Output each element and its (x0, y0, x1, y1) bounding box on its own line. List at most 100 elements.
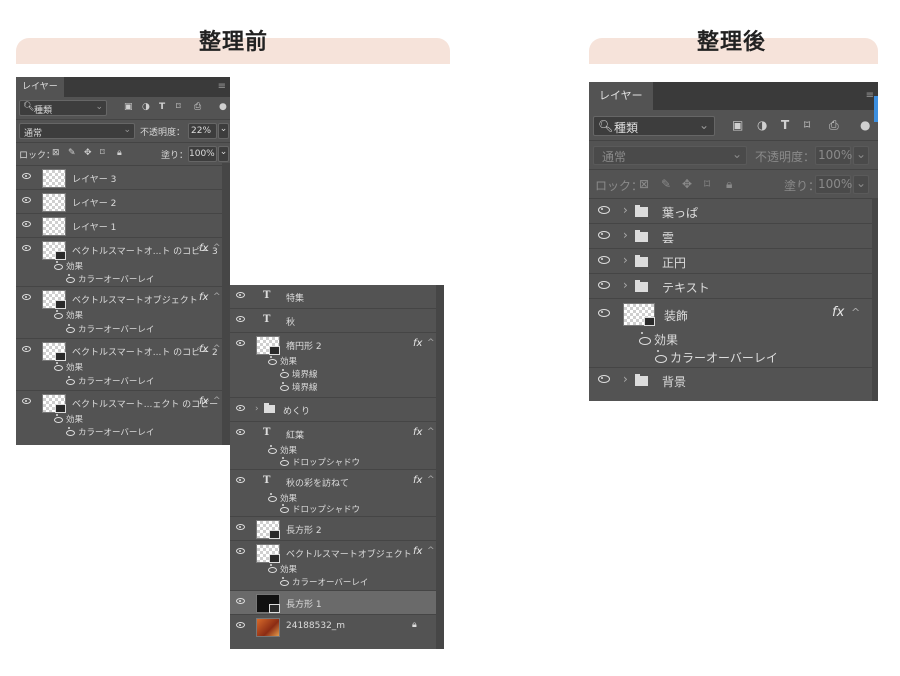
layer-row[interactable]: T 秋の彩を訪ねて fx ^ 効果 ドロップシャドウ (230, 470, 444, 517)
fx-icon[interactable]: fx (199, 292, 208, 303)
visibility-eye-icon[interactable] (22, 346, 31, 352)
effect-eye-icon[interactable] (280, 506, 289, 513)
visibility-eye-icon[interactable] (22, 245, 31, 251)
group-expand-icon[interactable]: › (623, 253, 628, 267)
group-expand-icon[interactable]: › (623, 278, 628, 292)
group-row[interactable]: › 背景 (589, 368, 878, 392)
group-expand-icon[interactable]: › (623, 372, 628, 386)
fill-input[interactable]: 100% (815, 175, 852, 194)
fx-icon[interactable]: fx (413, 546, 422, 557)
effect-eye-icon[interactable] (655, 354, 667, 363)
opacity-dropdown[interactable]: ⌄ (853, 146, 869, 165)
kind-filter-select[interactable]: 🔍︎ 種類 ⌄ (19, 100, 107, 116)
scrollbar[interactable] (872, 198, 878, 401)
layer-row[interactable]: T 秋 (230, 309, 444, 333)
lock-transparent-icon[interactable]: ⊠ (52, 148, 60, 158)
fill-dropdown[interactable]: ⌄ (218, 146, 229, 162)
smartobject-filter-icon[interactable]: ⎙ (194, 102, 201, 112)
layer-row-selected[interactable]: 長方形 1 (230, 591, 444, 615)
group-row[interactable]: › 正円 (589, 249, 878, 274)
layer-row[interactable]: レイヤー 1 (16, 214, 230, 238)
group-row[interactable]: › 葉っぱ (589, 199, 878, 224)
layer-row[interactable]: T 紅葉 fx ^ 効果 ドロップシャドウ (230, 422, 444, 470)
expand-effects-icon[interactable]: ^ (851, 306, 860, 319)
visibility-eye-icon[interactable] (236, 477, 245, 483)
visibility-eye-icon[interactable] (22, 221, 31, 227)
fx-icon[interactable]: fx (199, 344, 208, 355)
visibility-eye-icon[interactable] (236, 340, 245, 346)
opacity-input[interactable]: 100% (815, 146, 852, 165)
group-row[interactable]: › 雲 (589, 224, 878, 249)
panel-menu-icon[interactable]: ≡ (866, 90, 874, 101)
effect-eye-icon[interactable] (280, 371, 289, 378)
lock-all-icon[interactable]: 🔒︎ (726, 177, 732, 192)
adjustment-filter-icon[interactable]: ◑ (142, 102, 150, 112)
expand-effects-icon[interactable]: ^ (213, 396, 221, 406)
visibility-eye-icon[interactable] (22, 294, 31, 300)
scrollbar-thumb[interactable] (874, 96, 878, 122)
lock-brush-icon[interactable]: ✎ (661, 177, 671, 191)
kind-filter-select[interactable]: 🔍︎ 種類 ⌄ (593, 116, 715, 136)
blend-mode-select[interactable]: 通常 ⌄ (593, 146, 747, 165)
type-filter-icon[interactable]: T (781, 118, 789, 132)
lock-transparent-icon[interactable]: ⊠ (639, 177, 649, 191)
effects-eye-icon[interactable] (268, 495, 277, 502)
visibility-eye-icon[interactable] (598, 375, 610, 383)
visibility-eye-icon[interactable] (22, 197, 31, 203)
pixel-filter-icon[interactable]: ▣ (124, 102, 133, 112)
group-expand-icon[interactable]: › (255, 404, 259, 414)
layer-row[interactable]: レイヤー 3 (16, 166, 230, 190)
effect-eye-icon[interactable] (66, 326, 75, 333)
visibility-eye-icon[interactable] (236, 524, 245, 530)
group-row[interactable]: › めくり (230, 398, 444, 422)
lock-artboard-icon[interactable]: ⌑ (704, 177, 710, 191)
expand-effects-icon[interactable]: ^ (213, 292, 221, 302)
layer-row[interactable]: 装飾 fx ^ 効果 カラーオーバーレイ (589, 299, 878, 368)
fx-icon[interactable]: fx (199, 243, 208, 254)
effects-eye-icon[interactable] (54, 263, 63, 270)
fill-input[interactable]: 100% (188, 146, 217, 162)
lock-brush-icon[interactable]: ✎ (68, 148, 76, 158)
pixel-filter-icon[interactable]: ▣ (732, 118, 743, 132)
effects-eye-icon[interactable] (54, 416, 63, 423)
panel-menu-icon[interactable]: ≡ (218, 81, 226, 92)
effects-eye-icon[interactable] (54, 312, 63, 319)
effects-eye-icon[interactable] (268, 358, 277, 365)
opacity-dropdown[interactable]: ⌄ (218, 123, 229, 139)
visibility-eye-icon[interactable] (598, 256, 610, 264)
expand-effects-icon[interactable]: ^ (213, 243, 221, 253)
visibility-eye-icon[interactable] (236, 429, 245, 435)
visibility-eye-icon[interactable] (236, 622, 245, 628)
fill-dropdown[interactable]: ⌄ (853, 175, 869, 194)
scrollbar[interactable] (436, 285, 444, 649)
filter-toggle-icon[interactable]: ● (219, 102, 227, 112)
effect-eye-icon[interactable] (66, 378, 75, 385)
layer-row[interactable]: T 特集 (230, 285, 444, 309)
lock-all-icon[interactable]: 🔒︎ (117, 148, 122, 158)
visibility-eye-icon[interactable] (22, 398, 31, 404)
effect-eye-icon[interactable] (280, 384, 289, 391)
type-filter-icon[interactable]: T (159, 102, 165, 112)
layer-row[interactable]: レイヤー 2 (16, 190, 230, 214)
layer-row[interactable]: 楕円形 2 fx ^ 効果 境界線 境界線 (230, 333, 444, 398)
smartobject-filter-icon[interactable]: ⎙ (829, 118, 839, 133)
layer-row[interactable]: ベクトルスマートオブジェクト fx ^ 効果 カラーオーバーレイ (16, 287, 230, 339)
lock-position-icon[interactable]: ✥ (84, 148, 92, 158)
effects-eye-icon[interactable] (268, 566, 277, 573)
fx-icon[interactable]: fx (413, 427, 422, 438)
adjustment-filter-icon[interactable]: ◑ (757, 118, 767, 132)
scrollbar[interactable] (222, 163, 230, 445)
visibility-eye-icon[interactable] (22, 173, 31, 179)
visibility-eye-icon[interactable] (598, 231, 610, 239)
effect-eye-icon[interactable] (66, 276, 75, 283)
shape-filter-icon[interactable]: ⌑ (804, 118, 810, 132)
visibility-eye-icon[interactable] (236, 598, 245, 604)
layer-row[interactable]: 長方形 2 (230, 517, 444, 541)
effects-eye-icon[interactable] (268, 447, 277, 454)
lock-artboard-icon[interactable]: ⌑ (100, 148, 105, 158)
expand-effects-icon[interactable]: ^ (427, 475, 435, 485)
visibility-eye-icon[interactable] (598, 281, 610, 289)
layer-row[interactable]: ベクトルスマートオ...ト のコピー 2 fx ^ 効果 カラーオーバーレイ (16, 339, 230, 391)
visibility-eye-icon[interactable] (598, 206, 610, 214)
group-expand-icon[interactable]: › (623, 228, 628, 242)
